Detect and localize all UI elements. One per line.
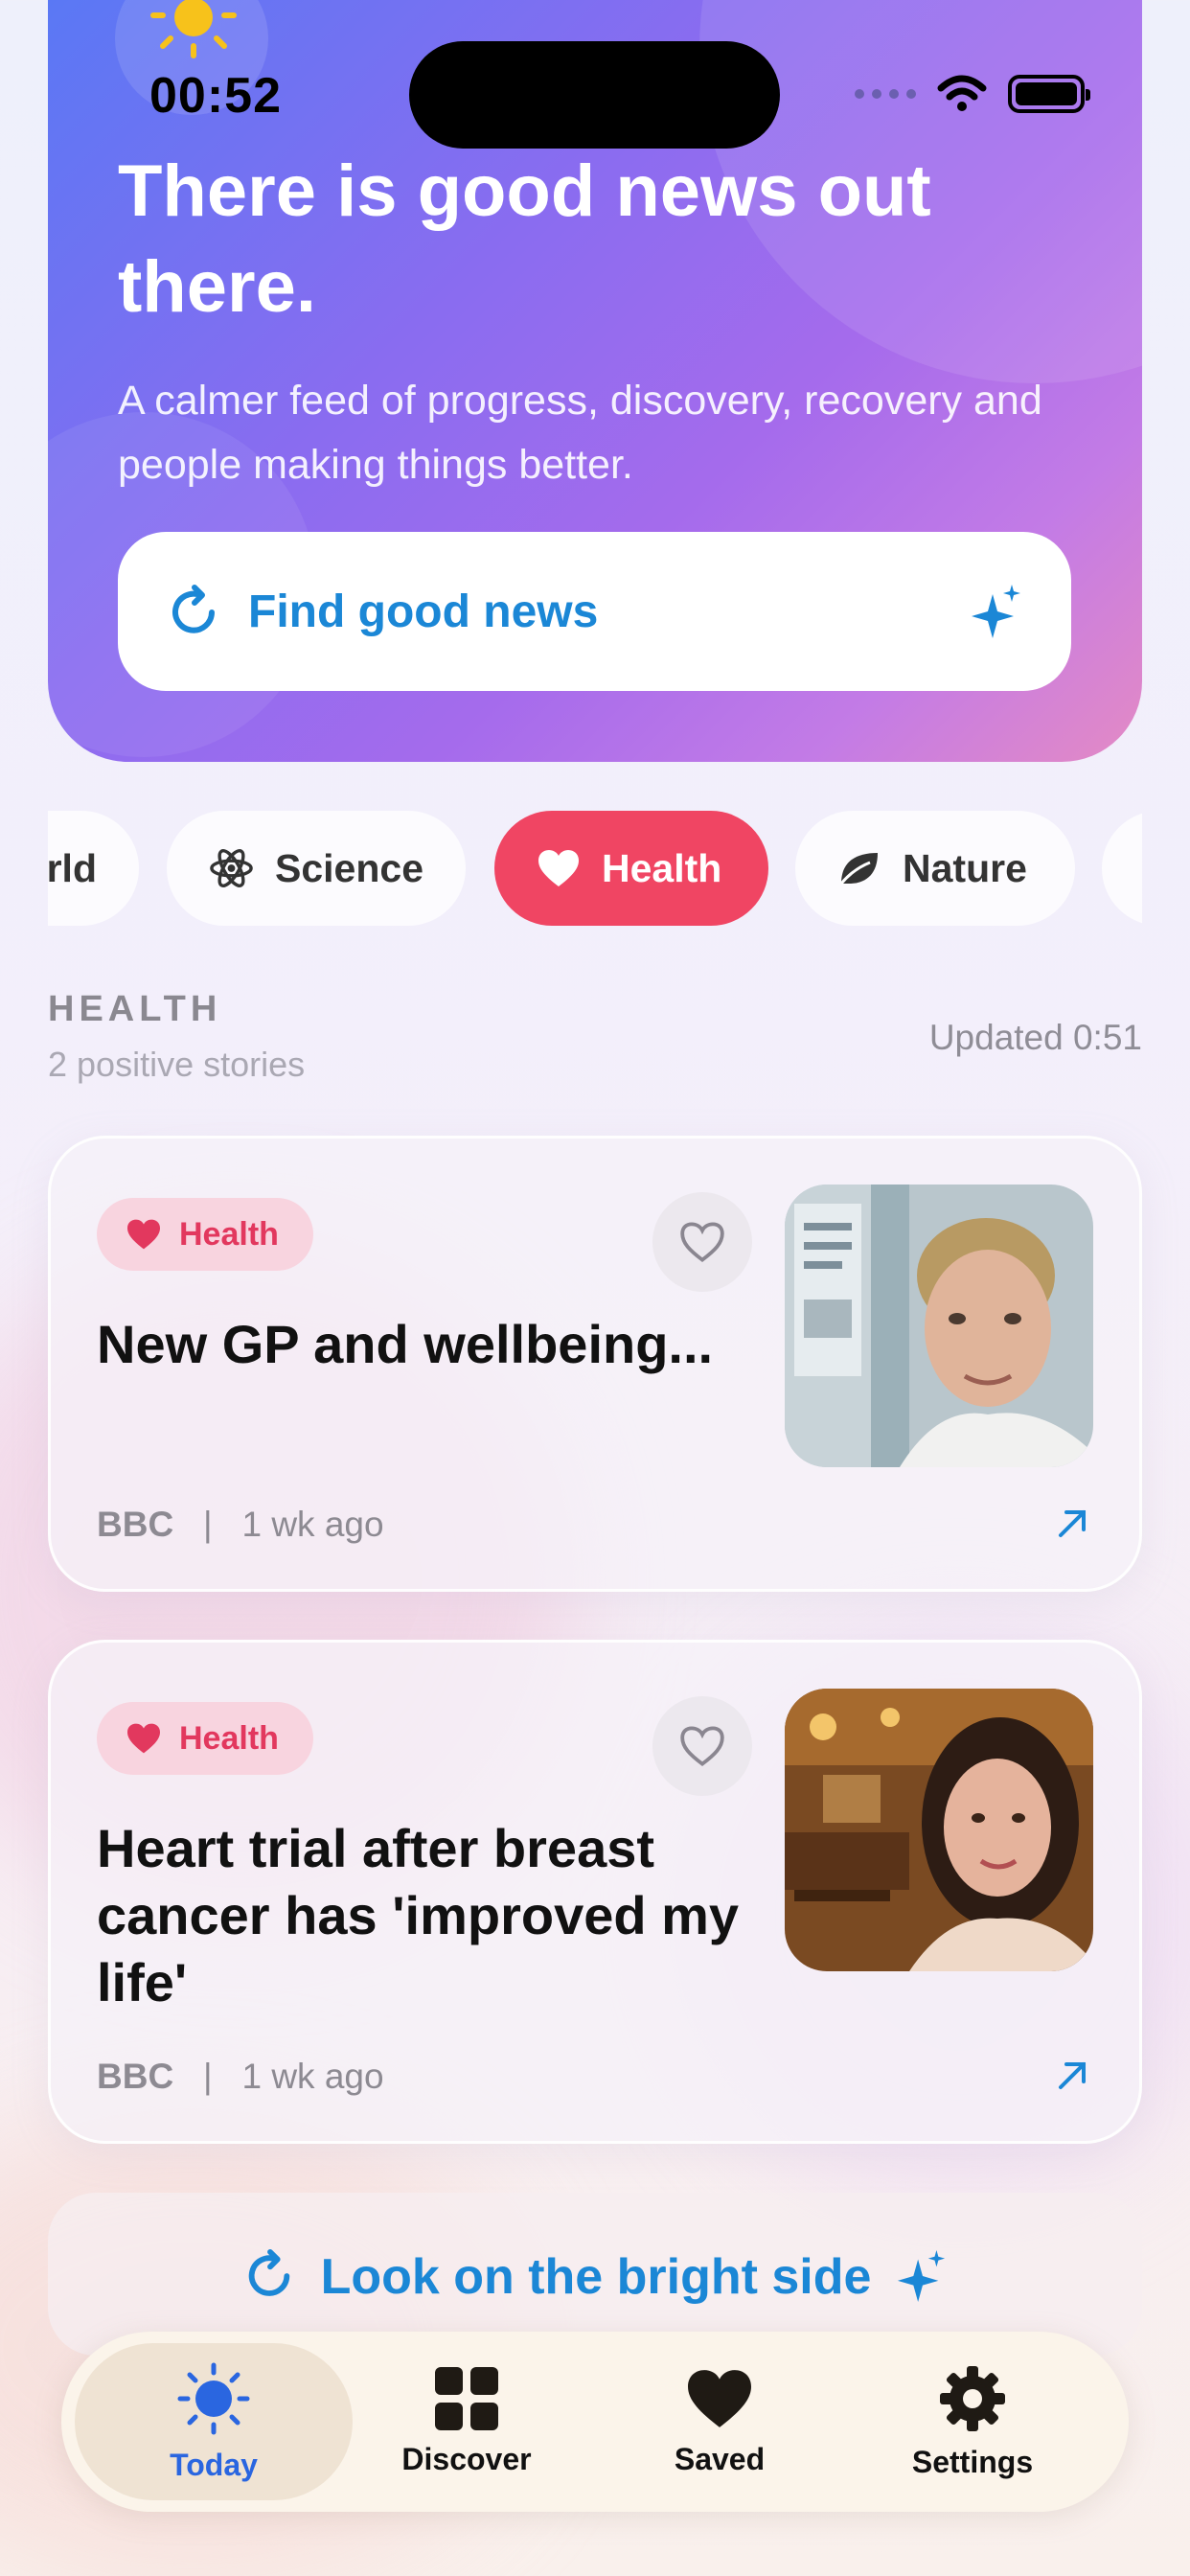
tab-label: Saved [674, 2441, 766, 2476]
sparkle-icon [972, 585, 1020, 638]
chip-more[interactable] [1102, 811, 1142, 926]
atom-icon [210, 849, 253, 887]
badge-label: Health [179, 1719, 279, 1757]
chip-world[interactable]: rld [48, 811, 139, 926]
chip-label: Health [602, 845, 722, 890]
story-card[interactable]: Health New GP and wellbeing... BBC | 1 w… [48, 1136, 1142, 1592]
story-age: 1 wk ago [241, 2057, 384, 2096]
story-meta: BBC | 1 wk ago [97, 2057, 384, 2097]
story-source: BBC [97, 1505, 174, 1544]
heart-icon [127, 1723, 160, 1754]
bright-side-label: Look on the bright side [320, 2249, 872, 2305]
chip-label: Science [275, 845, 423, 890]
story-thumbnail [785, 1184, 1093, 1467]
category-badge: Health [97, 1702, 313, 1775]
refresh-icon [172, 585, 215, 633]
find-good-news-button[interactable]: Find good news [118, 532, 1071, 691]
refresh-icon [248, 2248, 289, 2296]
leaf-icon [839, 853, 878, 885]
category-chips: rld Science Health Nature [48, 811, 1142, 926]
grid-icon [435, 2366, 498, 2430]
external-link-icon[interactable] [1055, 2058, 1089, 2093]
chip-label: Nature [903, 845, 1027, 890]
tab-saved[interactable]: Saved [581, 2343, 858, 2500]
story-meta: BBC | 1 wk ago [97, 1505, 384, 1545]
chip-label: rld [48, 845, 97, 890]
battery-icon [1008, 75, 1090, 113]
heart-icon [538, 850, 579, 886]
chip-health[interactable]: Health [494, 811, 768, 926]
favorite-button[interactable] [652, 1192, 752, 1292]
heart-outline-icon [680, 1726, 724, 1767]
tab-discover[interactable]: Discover [328, 2343, 606, 2500]
favorite-button[interactable] [652, 1696, 752, 1796]
gear-icon [940, 2365, 1005, 2431]
tab-settings[interactable]: Settings [834, 2343, 1111, 2500]
find-good-news-label: Find good news [248, 586, 599, 637]
status-indicators [855, 75, 1090, 113]
sun-icon [144, 0, 243, 74]
story-source: BBC [97, 2057, 174, 2096]
badge-label: Health [179, 1215, 279, 1253]
story-headline: New GP and wellbeing... [97, 1314, 714, 1374]
tab-label: Settings [911, 2444, 1034, 2479]
sun-icon [177, 2362, 250, 2434]
heart-icon [127, 1219, 160, 1250]
story-thumbnail [785, 1689, 1093, 1971]
section-heading: HEALTH [48, 989, 222, 1029]
story-headline: Heart trial after breast cancer has 'imp… [97, 1818, 740, 2012]
heart-icon [688, 2369, 751, 2427]
tab-label: Discover [401, 2441, 532, 2476]
status-time: 00:52 [149, 68, 282, 124]
wifi-icon [937, 75, 987, 111]
external-link-icon[interactable] [1055, 1506, 1089, 1541]
tab-bar: Today Discover Saved Settings [61, 2332, 1129, 2512]
chip-nature[interactable]: Nature [795, 811, 1075, 926]
meta-separator: | [203, 1505, 213, 1544]
tab-label: Today [170, 2447, 258, 2482]
story-count: 2 positive stories [48, 1045, 306, 1084]
updated-timestamp: Updated 0:51 [928, 1018, 1142, 1057]
hero-subtitle: A calmer feed of progress, discovery, re… [118, 378, 1042, 488]
hero-title: There is good news out there. [118, 150, 931, 328]
meta-separator: | [203, 2057, 213, 2096]
tab-today[interactable]: Today [75, 2343, 353, 2500]
heart-outline-icon [680, 1222, 724, 1263]
sparkle-icon [898, 2250, 946, 2302]
dynamic-island [409, 41, 780, 149]
category-badge: Health [97, 1198, 313, 1271]
story-card[interactable]: Health Heart trial after breast cancer h… [48, 1640, 1142, 2144]
story-age: 1 wk ago [241, 1505, 384, 1544]
chip-science[interactable]: Science [167, 811, 466, 926]
signal-icon [855, 89, 916, 99]
